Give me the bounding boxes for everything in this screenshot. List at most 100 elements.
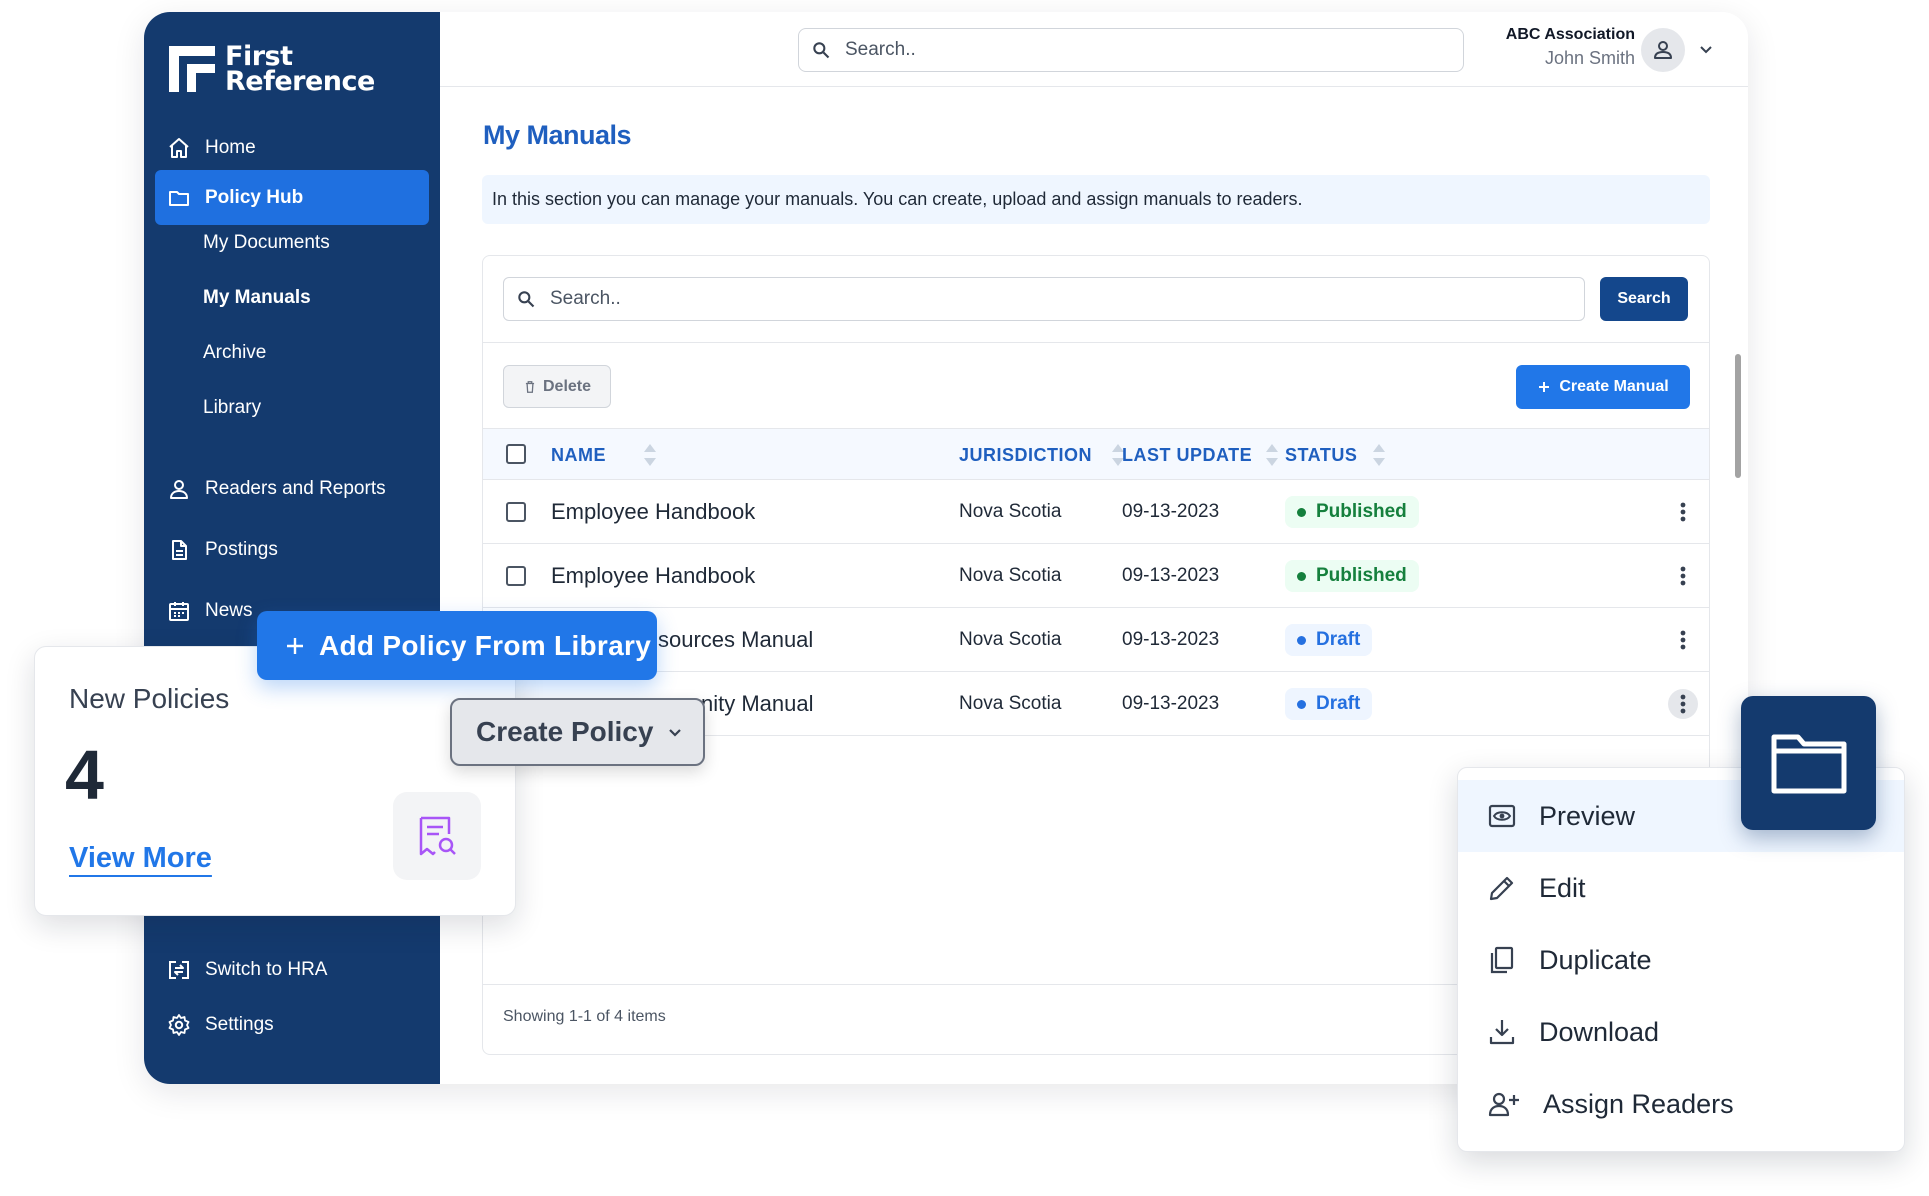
- status-label: Draft: [1316, 629, 1361, 650]
- new-policies-card: New Policies 4 View More: [34, 646, 516, 916]
- kebab-icon: [1680, 566, 1686, 586]
- create-manual-button[interactable]: Create Manual: [1516, 365, 1690, 409]
- gear-icon: [168, 1013, 190, 1036]
- menu-item-download[interactable]: Download: [1458, 996, 1904, 1068]
- status-badge: Published: [1285, 560, 1419, 592]
- status-badge: Published: [1285, 496, 1419, 528]
- table-row[interactable]: Employee Handbook Nova Scotia 09-13-2023…: [483, 480, 1709, 544]
- new-policies-count: 4: [65, 736, 104, 814]
- sidebar-item-settings[interactable]: Settings: [155, 997, 429, 1052]
- menu-item-assign-readers[interactable]: Assign Readers: [1458, 1068, 1904, 1140]
- row-last-update: 09-13-2023: [1122, 501, 1220, 522]
- sidebar-item-label: Policy Hub: [205, 186, 304, 208]
- column-name[interactable]: NAME: [551, 429, 606, 481]
- calendar-icon: [169, 601, 189, 621]
- eye-icon: [1488, 804, 1516, 828]
- sidebar-item-label: Readers and Reports: [205, 477, 386, 499]
- sidebar-item-label: Home: [205, 136, 256, 158]
- search-icon: [813, 42, 830, 59]
- home-icon: [169, 137, 189, 158]
- row-last-update: 09-13-2023: [1122, 693, 1220, 714]
- folder-icon: [1771, 734, 1846, 794]
- download-icon: [1489, 1020, 1515, 1045]
- row-checkbox[interactable]: [506, 502, 526, 522]
- page-title: My Manuals: [483, 120, 632, 150]
- status-label: Published: [1316, 565, 1407, 586]
- folder-tile: [1741, 696, 1876, 830]
- avatar[interactable]: [1641, 28, 1685, 72]
- sidebar-item-postings[interactable]: Postings: [155, 522, 429, 577]
- table-row[interactable]: Employee Handbook Nova Scotia 09-13-2023…: [483, 544, 1709, 608]
- add-policy-from-library-button[interactable]: Add Policy From Library: [257, 611, 657, 680]
- view-more-link[interactable]: View More: [69, 842, 212, 875]
- row-actions-button[interactable]: [1668, 625, 1698, 655]
- delete-label: Delete: [542, 377, 592, 395]
- sort-icon[interactable]: [1371, 441, 1387, 469]
- chevron-down-icon: [669, 729, 682, 737]
- table-header: NAME JURISDICTION LAST UPDATE STATUS: [483, 428, 1709, 480]
- sidebar-item-readers-reports[interactable]: Readers and Reports: [155, 461, 429, 516]
- column-status[interactable]: STATUS: [1285, 429, 1357, 481]
- sidebar-subitem-archive[interactable]: Archive: [203, 333, 266, 373]
- create-manual-label: Create Manual: [1559, 378, 1669, 395]
- user-plus-icon: [1488, 1092, 1519, 1117]
- info-banner: In this section you can manage your manu…: [482, 175, 1710, 224]
- table-search[interactable]: [503, 277, 1585, 321]
- sidebar-subitem-my-documents[interactable]: My Documents: [203, 223, 330, 263]
- toolbar-divider: [483, 342, 1709, 343]
- sidebar-item-label: Postings: [205, 538, 278, 560]
- table-row[interactable]: sources Manual Nova Scotia 09-13-2023 Dr…: [483, 608, 1709, 672]
- scrollbar[interactable]: [1735, 354, 1741, 478]
- plus-icon: [287, 637, 303, 654]
- brand-logo[interactable]: First Reference: [169, 43, 375, 95]
- row-checkbox[interactable]: [506, 566, 526, 586]
- search-icon: [518, 291, 535, 308]
- user-icon: [1654, 41, 1672, 59]
- global-search[interactable]: [798, 28, 1464, 72]
- column-last-update[interactable]: LAST UPDATE: [1122, 429, 1252, 481]
- sidebar-item-label: Settings: [205, 1013, 274, 1035]
- folder-icon: [169, 190, 189, 206]
- chevron-down-icon[interactable]: [1698, 42, 1714, 58]
- sidebar-item-policy-hub[interactable]: Policy Hub: [155, 170, 429, 225]
- sort-icon[interactable]: [642, 441, 658, 469]
- row-name: Employee Handbook: [551, 499, 756, 524]
- sidebar-item-switch-hra[interactable]: Switch to HRA: [155, 942, 429, 997]
- sidebar-item-label: Switch to HRA: [205, 958, 328, 980]
- global-search-input[interactable]: [843, 38, 1430, 62]
- pencil-icon: [1489, 876, 1514, 901]
- menu-item-edit[interactable]: Edit: [1458, 852, 1904, 924]
- document-search-icon: [419, 816, 456, 856]
- sidebar-item-home[interactable]: Home: [155, 120, 429, 175]
- create-policy-dropdown[interactable]: Create Policy: [450, 698, 705, 766]
- row-last-update: 09-13-2023: [1122, 629, 1220, 650]
- row-name: Employee Handbook: [551, 563, 756, 588]
- status-badge: Draft: [1285, 624, 1373, 656]
- menu-item-duplicate[interactable]: Duplicate: [1458, 924, 1904, 996]
- row-name: sources Manual: [658, 627, 814, 652]
- row-actions-button[interactable]: [1668, 561, 1698, 591]
- search-button[interactable]: Search: [1600, 277, 1688, 321]
- menu-item-label: Assign Readers: [1543, 1088, 1734, 1119]
- plus-icon: [1539, 382, 1550, 392]
- status-dot: [1297, 507, 1306, 517]
- sidebar-subitem-my-manuals[interactable]: My Manuals: [203, 278, 311, 318]
- kebab-icon: [1680, 694, 1686, 714]
- policy-search-icon-tile: [393, 792, 481, 880]
- sort-icon[interactable]: [1264, 441, 1280, 469]
- status-label: Draft: [1316, 693, 1361, 714]
- delete-button[interactable]: Delete: [503, 365, 611, 408]
- status-dot: [1297, 635, 1306, 645]
- row-name: nity Manual: [701, 691, 814, 716]
- select-all-checkbox[interactable]: [506, 444, 526, 464]
- switch-icon: [169, 960, 189, 979]
- pagination-summary: Showing 1-1 of 4 items: [503, 1008, 666, 1025]
- menu-item-label: Preview: [1539, 800, 1636, 831]
- column-jurisdiction[interactable]: JURISDICTION: [959, 429, 1092, 481]
- row-jurisdiction: Nova Scotia: [959, 565, 1062, 586]
- row-actions-button[interactable]: [1668, 497, 1698, 527]
- status-dot: [1297, 571, 1306, 581]
- table-search-input[interactable]: [548, 287, 1510, 311]
- sidebar-subitem-library[interactable]: Library: [203, 388, 261, 428]
- row-actions-button[interactable]: [1668, 689, 1698, 719]
